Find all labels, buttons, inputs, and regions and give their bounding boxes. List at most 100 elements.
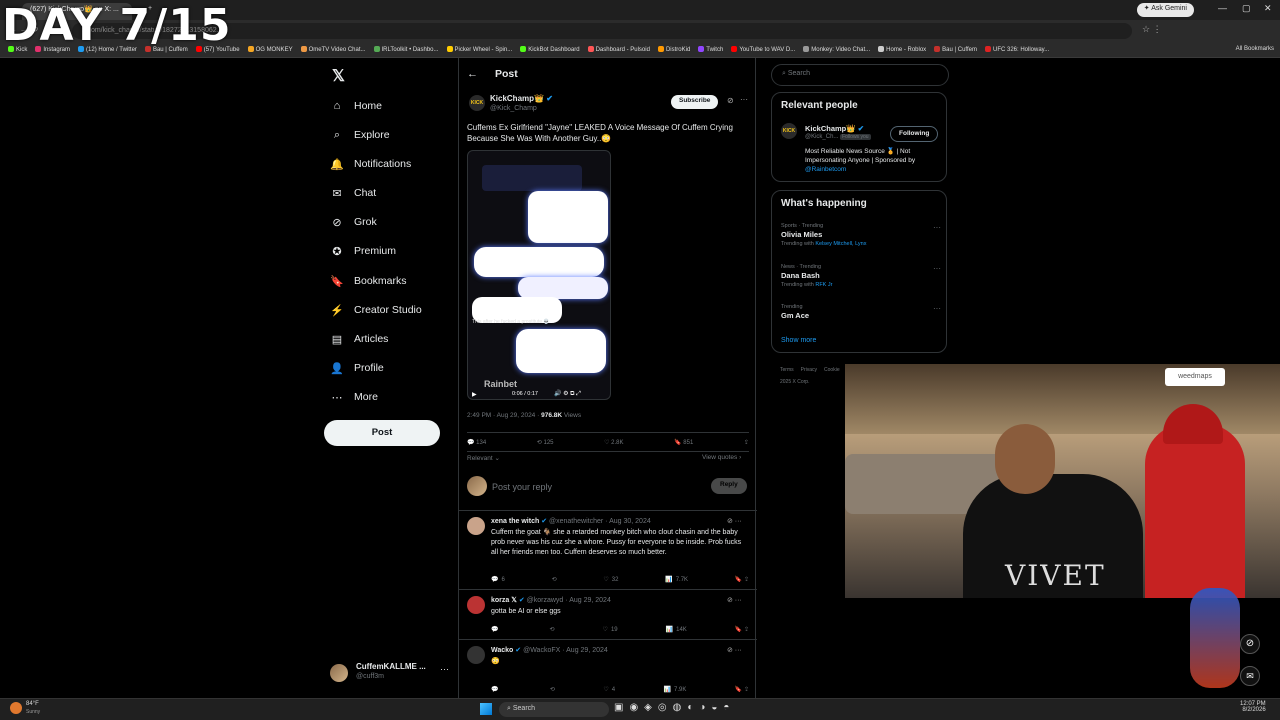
reply-icon[interactable]: 💬 6	[491, 576, 505, 584]
grok-icon[interactable]: ⊘	[727, 96, 734, 105]
nav-item-notifications[interactable]: 🔔 Notifications	[330, 152, 411, 176]
ask-gemini-button[interactable]: ✦ Ask Gemini	[1136, 3, 1194, 17]
bookmark-item[interactable]: Bau | Cuffem	[934, 42, 977, 53]
reply-input[interactable]: Post your reply	[492, 482, 552, 492]
reply-avatar[interactable]	[467, 517, 485, 535]
nav-item-premium[interactable]: ✪ Premium	[330, 239, 396, 263]
view-quotes-link[interactable]: View quotes ›	[702, 454, 741, 461]
bookmark-item[interactable]: DistroKid	[657, 42, 690, 53]
search-input[interactable]: ⌕ Search	[771, 64, 949, 86]
nav-item-bookmarks[interactable]: 🔖 Bookmarks	[330, 269, 406, 293]
like-count[interactable]: ♡ 2.8K	[604, 439, 623, 446]
views-icon[interactable]: 📊 14K	[666, 626, 687, 634]
share-icon[interactable]: ⇪	[744, 439, 749, 446]
bookmark-share-icons[interactable]: 🔖 ⇪	[735, 626, 749, 633]
reply-item[interactable]: xena the witch ✔ @xenathewitcher · Aug 3…	[459, 510, 757, 589]
nav-item-explore[interactable]: ⌕ Explore	[330, 123, 390, 147]
reply-date[interactable]: Aug 29, 2024	[566, 647, 608, 654]
windows-start-icon[interactable]	[480, 703, 492, 715]
post-menu-icon[interactable]: ···	[740, 95, 748, 104]
bookmark-count[interactable]: 🔖 851	[674, 439, 693, 446]
footer-link[interactable]: Privacy	[801, 367, 817, 373]
trend-item[interactable]: News · Trending Dana Bash Trending with RF…	[781, 264, 941, 288]
following-button[interactable]: Following	[890, 126, 939, 142]
account-switcher[interactable]: CuffemKALLME ... @cuff3m ···	[330, 660, 454, 686]
person-name[interactable]: KickChamp👑 ✔	[805, 124, 864, 133]
reply-item[interactable]: korza 𝕏 ✔ @korzawyd · Aug 29, 2024 ⊘ ··· g…	[459, 589, 757, 639]
bookmark-item[interactable]: Twitch	[698, 42, 723, 53]
bookmark-item[interactable]: Home - Roblox	[878, 42, 926, 53]
show-more-link[interactable]: Show more	[781, 337, 816, 344]
like-icon[interactable]: ♡ 19	[603, 626, 618, 634]
nav-item-articles[interactable]: ▤ Articles	[330, 327, 389, 351]
reply-avatar[interactable]	[467, 646, 485, 664]
taskbar-app-icons[interactable]: ▣◉◈◎◍◐◑◒◓	[614, 702, 735, 713]
clock[interactable]: 12:07 PM 8/2/2026	[1240, 701, 1266, 713]
video-controls-icons[interactable]: 🔊 ⚙ ⧉ ⤢	[554, 390, 581, 398]
bookmark-share-icons[interactable]: 🔖 ⇪	[735, 576, 749, 583]
reply-handle[interactable]: @WackoFX	[523, 647, 560, 654]
views-icon[interactable]: 📊 7.9K	[664, 686, 687, 694]
x-logo-icon[interactable]: 𝕏	[332, 66, 345, 86]
nav-item-chat[interactable]: ✉ Chat	[330, 181, 376, 205]
bookmark-item[interactable]: YouTube to WAV D...	[731, 42, 795, 53]
trend-item[interactable]: Sports · Trending Olivia Miles Trending wi…	[781, 223, 941, 247]
author-name[interactable]: KickChamp👑 ✔	[490, 94, 553, 103]
bookmark-item[interactable]: Dashboard - Pulsoid	[587, 42, 650, 53]
person-avatar[interactable]: KICK	[781, 123, 797, 139]
close-window-button[interactable]: ✕	[1264, 3, 1272, 14]
repost-count[interactable]: ⟲ 125	[537, 439, 554, 446]
repost-icon[interactable]: ⟲	[552, 576, 557, 583]
reply-author[interactable]: Wacko	[491, 647, 513, 654]
author-avatar[interactable]: KICK	[469, 95, 485, 111]
nav-item-more[interactable]: ⋯ More	[330, 385, 378, 409]
reply-author[interactable]: xena the witch	[491, 518, 539, 525]
trend-item[interactable]: Trending Gm Ace ···	[781, 304, 941, 322]
nav-item-creator-studio[interactable]: ⚡ Creator Studio	[330, 298, 422, 322]
subscribe-button[interactable]: Subscribe	[671, 95, 719, 109]
views-icon[interactable]: 📊 7.7K	[665, 576, 688, 584]
play-icon[interactable]: ▶	[472, 391, 477, 398]
messages-float-icon[interactable]: ✉	[1240, 666, 1260, 686]
bookmark-item[interactable]: Monkey: Video Chat...	[803, 42, 870, 53]
reply-date[interactable]: Aug 30, 2024	[609, 518, 651, 525]
reply-icon[interactable]: 💬	[491, 686, 501, 693]
taskbar-search[interactable]: ⌕ Search	[499, 702, 609, 717]
footer-link[interactable]: Terms	[780, 367, 794, 373]
maximize-button[interactable]: ▢	[1242, 3, 1251, 14]
reply-menu-icon[interactable]: ⊘ ···	[727, 517, 742, 525]
trend-menu-icon[interactable]: ···	[933, 264, 941, 273]
post-button[interactable]: Post	[324, 420, 440, 446]
trend-menu-icon[interactable]: ···	[933, 304, 941, 313]
bookmark-item[interactable]: IRLToolkit • Dashbo...	[373, 42, 439, 53]
grok-float-icon[interactable]: ⊘	[1240, 634, 1260, 654]
author-handle[interactable]: @Kick_Champ	[490, 105, 537, 112]
repost-icon[interactable]: ⟲	[550, 626, 555, 633]
bookmark-item[interactable]: KickBot Dashboard	[520, 42, 580, 53]
nav-item-grok[interactable]: ⊘ Grok	[330, 210, 376, 234]
like-icon[interactable]: ♡ 4	[603, 686, 615, 694]
bookmark-share-icons[interactable]: 🔖 ⇪	[735, 686, 749, 693]
reply-menu-icon[interactable]: ⊘ ···	[727, 596, 742, 604]
reply-avatar[interactable]	[467, 596, 485, 614]
reply-button[interactable]: Reply	[711, 478, 747, 494]
nav-item-home[interactable]: ⌂ Home	[330, 94, 382, 118]
reply-handle[interactable]: @korzawyd	[527, 597, 564, 604]
reply-date[interactable]: Aug 29, 2024	[569, 597, 611, 604]
reply-handle[interactable]: @xenathewitcher	[549, 518, 603, 525]
bookmark-item[interactable]: UFC 326: Holloway...	[984, 42, 1049, 53]
nav-item-profile[interactable]: 👤 Profile	[330, 356, 384, 380]
reply-menu-icon[interactable]: ⊘ ···	[727, 646, 742, 654]
reply-item[interactable]: Wacko ✔ @WackoFX · Aug 29, 2024 ⊘ ··· 😳 💬 ⟲…	[459, 639, 757, 699]
weather-icon[interactable]	[10, 702, 22, 714]
bookmark-item[interactable]: OG MONKEY	[247, 42, 293, 53]
all-bookmarks-button[interactable]: All Bookmarks	[1236, 46, 1274, 52]
extensions-icons[interactable]: ☆ ⋮	[1142, 24, 1162, 35]
reply-icon[interactable]: 💬	[491, 626, 501, 633]
post-video[interactable]: This after he fucked a prostitute 💀 Rain…	[467, 150, 611, 400]
trend-menu-icon[interactable]: ···	[933, 223, 941, 232]
bookmark-item[interactable]: Picker Wheel - Spin...	[446, 42, 512, 53]
back-arrow-icon[interactable]: ←	[467, 68, 478, 80]
minimize-button[interactable]: —	[1218, 3, 1227, 13]
reply-count[interactable]: 💬 134	[467, 439, 486, 446]
